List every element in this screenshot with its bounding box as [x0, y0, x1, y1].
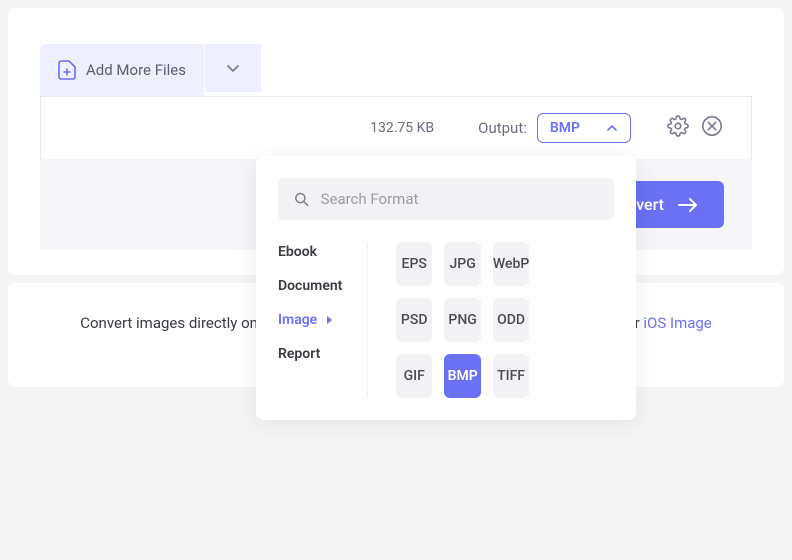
- arrow-right-icon: [678, 197, 698, 213]
- close-icon: [701, 115, 723, 137]
- output-format-select[interactable]: BMP: [537, 113, 631, 143]
- category-document[interactable]: Document: [278, 276, 363, 296]
- format-jpg[interactable]: JPG: [444, 242, 480, 286]
- file-row: 132.75 KB Output: BMP: [40, 96, 752, 159]
- search-icon: [294, 191, 309, 207]
- add-files-dropdown-toggle[interactable]: [204, 44, 261, 92]
- format-eps[interactable]: EPS: [396, 242, 432, 286]
- output-label: Output:: [478, 119, 527, 137]
- search-format-box[interactable]: [278, 178, 614, 220]
- format-dropdown: Ebook Document Image Report EPS JPG WebP…: [256, 156, 636, 420]
- format-gif[interactable]: GIF: [396, 354, 432, 398]
- category-list: Ebook Document Image Report: [278, 242, 368, 398]
- file-size: 132.75 KB: [370, 120, 434, 136]
- dropdown-body: Ebook Document Image Report EPS JPG WebP…: [278, 242, 614, 398]
- category-ebook[interactable]: Ebook: [278, 242, 363, 262]
- file-plus-icon: [58, 60, 76, 80]
- format-tiff[interactable]: TIFF: [493, 354, 529, 398]
- format-psd[interactable]: PSD: [396, 298, 432, 342]
- format-webp[interactable]: WebP: [493, 242, 529, 286]
- chevron-up-icon: [606, 122, 618, 134]
- format-png[interactable]: PNG: [444, 298, 480, 342]
- add-more-files-button[interactable]: Add More Files: [40, 44, 204, 96]
- format-bmp[interactable]: BMP: [444, 354, 480, 398]
- format-odd[interactable]: ODD: [493, 298, 529, 342]
- remove-file-button[interactable]: [701, 115, 723, 141]
- settings-button[interactable]: [667, 115, 689, 141]
- search-format-input[interactable]: [321, 190, 598, 208]
- chevron-down-icon: [225, 60, 241, 76]
- category-image[interactable]: Image: [278, 310, 363, 330]
- add-more-files-label: Add More Files: [86, 61, 186, 79]
- gear-icon: [667, 115, 689, 137]
- format-grid: EPS JPG WebP PSD PNG ODD GIF BMP TIFF: [396, 242, 529, 398]
- category-report[interactable]: Report: [278, 344, 363, 364]
- output-format-value: BMP: [550, 120, 580, 136]
